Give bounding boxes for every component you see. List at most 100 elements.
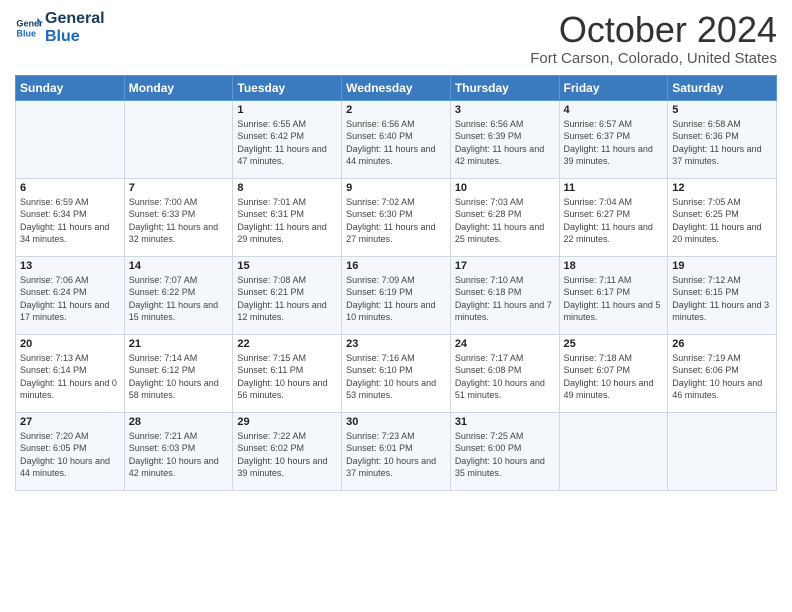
col-header-saturday: Saturday	[668, 75, 777, 100]
day-info: Sunrise: 7:04 AM Sunset: 6:27 PM Dayligh…	[564, 196, 664, 246]
day-cell: 9Sunrise: 7:02 AM Sunset: 6:30 PM Daylig…	[342, 178, 451, 256]
day-number: 17	[455, 260, 555, 272]
svg-text:Blue: Blue	[16, 29, 36, 39]
day-info: Sunrise: 6:55 AM Sunset: 6:42 PM Dayligh…	[237, 118, 337, 168]
day-cell: 26 Sunrise: 7:19 AM Sunset: 6:06 PM Dayli…	[668, 334, 777, 412]
header-row: SundayMondayTuesdayWednesdayThursdayFrid…	[16, 75, 777, 100]
day-cell	[668, 412, 777, 490]
day-cell: 12Sunrise: 7:05 AM Sunset: 6:25 PM Dayli…	[668, 178, 777, 256]
logo-general: General	[45, 10, 105, 28]
day-info: Sunrise: 7:13 AM Sunset: 6:14 PM Dayligh…	[20, 352, 120, 402]
day-cell: 11 Sunrise: 7:04 AM Sunset: 6:27 PM Dayli…	[559, 178, 668, 256]
day-info: Sunrise: 6:56 AM Sunset: 6:40 PM Dayligh…	[346, 118, 446, 168]
col-header-wednesday: Wednesday	[342, 75, 451, 100]
day-cell: 18 Sunrise: 7:11 AM Sunset: 6:17 PM Dayli…	[559, 256, 668, 334]
day-info: Sunrise: 6:58 AM Sunset: 6:36 PM Dayligh…	[672, 118, 772, 168]
day-info: Sunrise: 7:01 AM Sunset: 6:31 PM Dayligh…	[237, 196, 337, 246]
day-number: 6	[20, 182, 120, 194]
logo: General Blue General Blue	[15, 10, 105, 47]
day-info: Sunrise: 6:59 AM Sunset: 6:34 PM Dayligh…	[20, 196, 120, 246]
day-number: 11	[564, 182, 664, 194]
day-number: 31	[455, 416, 555, 428]
day-number: 3	[455, 104, 555, 116]
day-number: 2	[346, 104, 446, 116]
col-header-sunday: Sunday	[16, 75, 125, 100]
day-info: Sunrise: 7:09 AM Sunset: 6:19 PM Dayligh…	[346, 274, 446, 324]
day-number: 4	[564, 104, 664, 116]
day-number: 14	[129, 260, 229, 272]
day-info: Sunrise: 7:16 AM Sunset: 6:10 PM Dayligh…	[346, 352, 446, 402]
day-info: Sunrise: 7:10 AM Sunset: 6:18 PM Dayligh…	[455, 274, 555, 324]
day-number: 28	[129, 416, 229, 428]
day-info: Sunrise: 7:11 AM Sunset: 6:17 PM Dayligh…	[564, 274, 664, 324]
day-cell: 2 Sunrise: 6:56 AM Sunset: 6:40 PM Daylig…	[342, 100, 451, 178]
day-cell: 24 Sunrise: 7:17 AM Sunset: 6:08 PM Dayli…	[450, 334, 559, 412]
month-title: October 2024	[530, 10, 777, 50]
day-cell	[559, 412, 668, 490]
day-cell	[124, 100, 233, 178]
day-cell: 7Sunrise: 7:00 AM Sunset: 6:33 PM Daylig…	[124, 178, 233, 256]
day-cell: 8Sunrise: 7:01 AM Sunset: 6:31 PM Daylig…	[233, 178, 342, 256]
day-info: Sunrise: 7:14 AM Sunset: 6:12 PM Dayligh…	[129, 352, 229, 402]
day-info: Sunrise: 7:19 AM Sunset: 6:06 PM Dayligh…	[672, 352, 772, 402]
col-header-friday: Friday	[559, 75, 668, 100]
header: General Blue General Blue October 2024 F…	[15, 10, 777, 67]
day-number: 26	[672, 338, 772, 350]
day-info: Sunrise: 7:12 AM Sunset: 6:15 PM Dayligh…	[672, 274, 772, 324]
day-cell: 30Sunrise: 7:23 AM Sunset: 6:01 PM Dayli…	[342, 412, 451, 490]
day-cell: 28 Sunrise: 7:21 AM Sunset: 6:03 PM Dayli…	[124, 412, 233, 490]
logo-blue: Blue	[45, 28, 105, 46]
day-info: Sunrise: 7:07 AM Sunset: 6:22 PM Dayligh…	[129, 274, 229, 324]
day-info: Sunrise: 7:06 AM Sunset: 6:24 PM Dayligh…	[20, 274, 120, 324]
day-cell: 29Sunrise: 7:22 AM Sunset: 6:02 PM Dayli…	[233, 412, 342, 490]
day-info: Sunrise: 7:00 AM Sunset: 6:33 PM Dayligh…	[129, 196, 229, 246]
col-header-tuesday: Tuesday	[233, 75, 342, 100]
day-info: Sunrise: 7:20 AM Sunset: 6:05 PM Dayligh…	[20, 430, 120, 480]
day-info: Sunrise: 7:05 AM Sunset: 6:25 PM Dayligh…	[672, 196, 772, 246]
day-cell: 5 Sunrise: 6:58 AM Sunset: 6:36 PM Daylig…	[668, 100, 777, 178]
logo-icon: General Blue	[15, 14, 43, 42]
page-container: General Blue General Blue October 2024 F…	[0, 0, 792, 499]
day-cell: 10Sunrise: 7:03 AM Sunset: 6:28 PM Dayli…	[450, 178, 559, 256]
day-cell: 4 Sunrise: 6:57 AM Sunset: 6:37 PM Daylig…	[559, 100, 668, 178]
day-info: Sunrise: 7:18 AM Sunset: 6:07 PM Dayligh…	[564, 352, 664, 402]
day-number: 1	[237, 104, 337, 116]
day-number: 18	[564, 260, 664, 272]
day-cell: 31Sunrise: 7:25 AM Sunset: 6:00 PM Dayli…	[450, 412, 559, 490]
day-number: 9	[346, 182, 446, 194]
day-info: Sunrise: 7:15 AM Sunset: 6:11 PM Dayligh…	[237, 352, 337, 402]
day-number: 25	[564, 338, 664, 350]
day-number: 21	[129, 338, 229, 350]
day-cell: 27Sunrise: 7:20 AM Sunset: 6:05 PM Dayli…	[16, 412, 125, 490]
day-cell: 23Sunrise: 7:16 AM Sunset: 6:10 PM Dayli…	[342, 334, 451, 412]
day-cell: 21 Sunrise: 7:14 AM Sunset: 6:12 PM Dayli…	[124, 334, 233, 412]
day-number: 5	[672, 104, 772, 116]
week-row-3: 20Sunrise: 7:13 AM Sunset: 6:14 PM Dayli…	[16, 334, 777, 412]
day-number: 24	[455, 338, 555, 350]
day-info: Sunrise: 7:21 AM Sunset: 6:03 PM Dayligh…	[129, 430, 229, 480]
day-info: Sunrise: 6:57 AM Sunset: 6:37 PM Dayligh…	[564, 118, 664, 168]
day-info: Sunrise: 6:56 AM Sunset: 6:39 PM Dayligh…	[455, 118, 555, 168]
title-block: October 2024 Fort Carson, Colorado, Unit…	[530, 10, 777, 67]
day-cell	[16, 100, 125, 178]
week-row-0: 1 Sunrise: 6:55 AM Sunset: 6:42 PM Daylig…	[16, 100, 777, 178]
day-cell: 25 Sunrise: 7:18 AM Sunset: 6:07 PM Dayli…	[559, 334, 668, 412]
day-number: 30	[346, 416, 446, 428]
day-info: Sunrise: 7:03 AM Sunset: 6:28 PM Dayligh…	[455, 196, 555, 246]
week-row-2: 13 Sunrise: 7:06 AM Sunset: 6:24 PM Dayli…	[16, 256, 777, 334]
week-row-4: 27Sunrise: 7:20 AM Sunset: 6:05 PM Dayli…	[16, 412, 777, 490]
day-number: 13	[20, 260, 120, 272]
day-number: 19	[672, 260, 772, 272]
day-info: Sunrise: 7:17 AM Sunset: 6:08 PM Dayligh…	[455, 352, 555, 402]
day-info: Sunrise: 7:22 AM Sunset: 6:02 PM Dayligh…	[237, 430, 337, 480]
day-cell: 1 Sunrise: 6:55 AM Sunset: 6:42 PM Daylig…	[233, 100, 342, 178]
day-info: Sunrise: 7:08 AM Sunset: 6:21 PM Dayligh…	[237, 274, 337, 324]
day-cell: 20Sunrise: 7:13 AM Sunset: 6:14 PM Dayli…	[16, 334, 125, 412]
day-cell: 3 Sunrise: 6:56 AM Sunset: 6:39 PM Daylig…	[450, 100, 559, 178]
calendar-table: SundayMondayTuesdayWednesdayThursdayFrid…	[15, 75, 777, 491]
day-number: 15	[237, 260, 337, 272]
day-cell: 22Sunrise: 7:15 AM Sunset: 6:11 PM Dayli…	[233, 334, 342, 412]
day-cell: 19 Sunrise: 7:12 AM Sunset: 6:15 PM Dayli…	[668, 256, 777, 334]
day-cell: 6 Sunrise: 6:59 AM Sunset: 6:34 PM Daylig…	[16, 178, 125, 256]
day-cell: 13 Sunrise: 7:06 AM Sunset: 6:24 PM Dayli…	[16, 256, 125, 334]
